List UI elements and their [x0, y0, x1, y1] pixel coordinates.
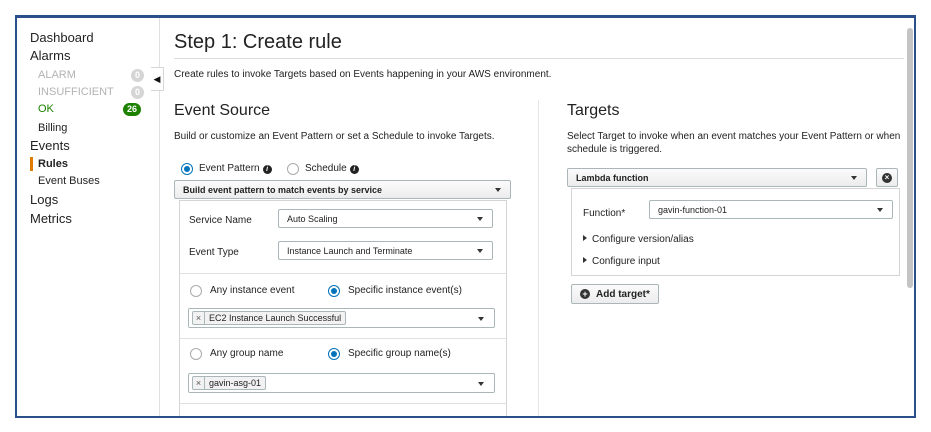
configure-input-expander[interactable]: Configure input	[583, 256, 660, 267]
panel-divider	[180, 403, 506, 404]
target-type-select[interactable]: Lambda function	[567, 168, 867, 187]
sidebar-item-billing[interactable]: Billing	[38, 122, 67, 134]
remove-circle-icon: ×	[882, 172, 892, 183]
configure-input-label: Configure input	[592, 256, 660, 267]
sidebar-item-event-buses[interactable]: Event Buses	[38, 175, 100, 187]
specific-instance-radio[interactable]	[328, 285, 340, 297]
instance-token-label: EC2 Instance Launch Successful	[209, 313, 342, 323]
configure-version-expander[interactable]: Configure version/alias	[583, 234, 694, 245]
function-label: Function*	[583, 208, 626, 219]
scrollbar[interactable]	[907, 28, 913, 288]
function-value: gavin-function-01	[658, 204, 728, 215]
remove-token-icon[interactable]: ×	[193, 312, 205, 324]
any-group-label: Any group name	[210, 348, 284, 359]
chevron-down-icon	[478, 317, 484, 321]
group-token-label: gavin-asg-01	[209, 378, 262, 388]
event-pattern-text: Event Pattern	[199, 163, 260, 174]
event-source-heading: Event Source	[174, 102, 271, 119]
sidebar-item-alarm[interactable]: ALARM	[38, 69, 76, 81]
sidebar-item-insufficient[interactable]: INSUFFICIENT	[38, 86, 114, 98]
chevron-down-icon	[495, 188, 501, 192]
group-name-token: × gavin-asg-01	[192, 376, 267, 390]
event-pattern-panel: Service Name Auto Scaling Event Type Ins…	[179, 200, 507, 416]
chevron-down-icon	[477, 249, 483, 253]
target-config-panel: Function* gavin-function-01 Configure ve…	[571, 188, 900, 276]
chevron-down-icon	[478, 382, 484, 386]
chevron-down-icon	[477, 217, 483, 221]
panel-divider	[180, 273, 506, 274]
service-name-select[interactable]: Auto Scaling	[278, 209, 493, 228]
specific-group-radio[interactable]	[328, 348, 340, 360]
info-icon[interactable]: i	[349, 165, 359, 174]
schedule-radio[interactable]	[287, 163, 299, 175]
info-icon[interactable]: i	[262, 165, 272, 174]
event-pattern-radio[interactable]	[181, 163, 193, 175]
event-type-select[interactable]: Instance Launch and Terminate	[278, 241, 493, 260]
console-frame: Dashboard Alarms ALARM 0 INSUFFICIENT 0 …	[15, 15, 916, 418]
page-title: Step 1: Create rule	[174, 31, 342, 53]
event-pattern-select-value: Build event pattern to match events by s…	[183, 184, 383, 195]
any-group-radio[interactable]	[190, 348, 202, 360]
group-names-multiselect[interactable]: × gavin-asg-01	[188, 373, 495, 393]
sidebar-item-logs[interactable]: Logs	[30, 192, 58, 207]
service-name-label: Service Name	[189, 215, 252, 226]
main-content: Step 1: Create rule Create rules to invo…	[160, 18, 914, 416]
any-instance-radio[interactable]	[190, 285, 202, 297]
insufficient-count-badge: 0	[131, 86, 145, 99]
sidebar-item-metrics[interactable]: Metrics	[30, 211, 72, 226]
ok-count-badge: 26	[123, 103, 142, 116]
chevron-down-icon	[877, 208, 883, 212]
event-pattern-label: Event Pattern i	[199, 163, 272, 174]
instance-event-token: × EC2 Instance Launch Successful	[192, 311, 347, 325]
panel-divider	[180, 338, 506, 339]
event-pattern-select[interactable]: Build event pattern to match events by s…	[174, 180, 511, 199]
any-instance-label: Any instance event	[210, 285, 295, 296]
page-subtitle: Create rules to invoke Targets based on …	[174, 69, 552, 80]
caret-right-icon	[583, 257, 587, 263]
plus-circle-icon: +	[580, 289, 590, 299]
event-source-description: Build or customize an Event Pattern or s…	[174, 131, 495, 142]
event-type-value: Instance Launch and Terminate	[287, 245, 413, 256]
function-select[interactable]: gavin-function-01	[649, 200, 893, 219]
sidebar-item-dashboard[interactable]: Dashboard	[30, 30, 94, 45]
targets-heading: Targets	[567, 102, 620, 119]
targets-description: Select Target to invoke when an event ma…	[567, 131, 901, 155]
sidebar: Dashboard Alarms ALARM 0 INSUFFICIENT 0 …	[17, 18, 159, 416]
schedule-text: Schedule	[305, 163, 347, 174]
schedule-label: Schedule i	[305, 163, 359, 174]
caret-right-icon	[583, 235, 587, 241]
sidebar-item-alarms[interactable]: Alarms	[30, 48, 70, 63]
instance-events-multiselect[interactable]: × EC2 Instance Launch Successful	[188, 308, 495, 328]
sidebar-item-events[interactable]: Events	[30, 138, 70, 153]
sidebar-item-ok[interactable]: OK	[38, 103, 54, 115]
column-divider	[538, 100, 539, 416]
specific-instance-label: Specific instance event(s)	[348, 285, 462, 296]
service-name-value: Auto Scaling	[287, 213, 338, 224]
alarm-count-badge: 0	[131, 69, 145, 82]
target-type-value: Lambda function	[576, 172, 649, 183]
event-type-label: Event Type	[189, 247, 239, 258]
sidebar-item-rules[interactable]: Rules	[38, 158, 68, 170]
add-target-label: Add target*	[596, 288, 650, 300]
active-indicator	[30, 157, 33, 171]
remove-token-icon[interactable]: ×	[193, 377, 205, 389]
chevron-down-icon	[851, 176, 857, 180]
specific-group-label: Specific group name(s)	[348, 348, 451, 359]
title-divider	[174, 58, 904, 59]
add-target-button[interactable]: + Add target*	[571, 284, 659, 304]
remove-target-button[interactable]: ×	[876, 168, 898, 187]
configure-version-label: Configure version/alias	[592, 234, 694, 245]
